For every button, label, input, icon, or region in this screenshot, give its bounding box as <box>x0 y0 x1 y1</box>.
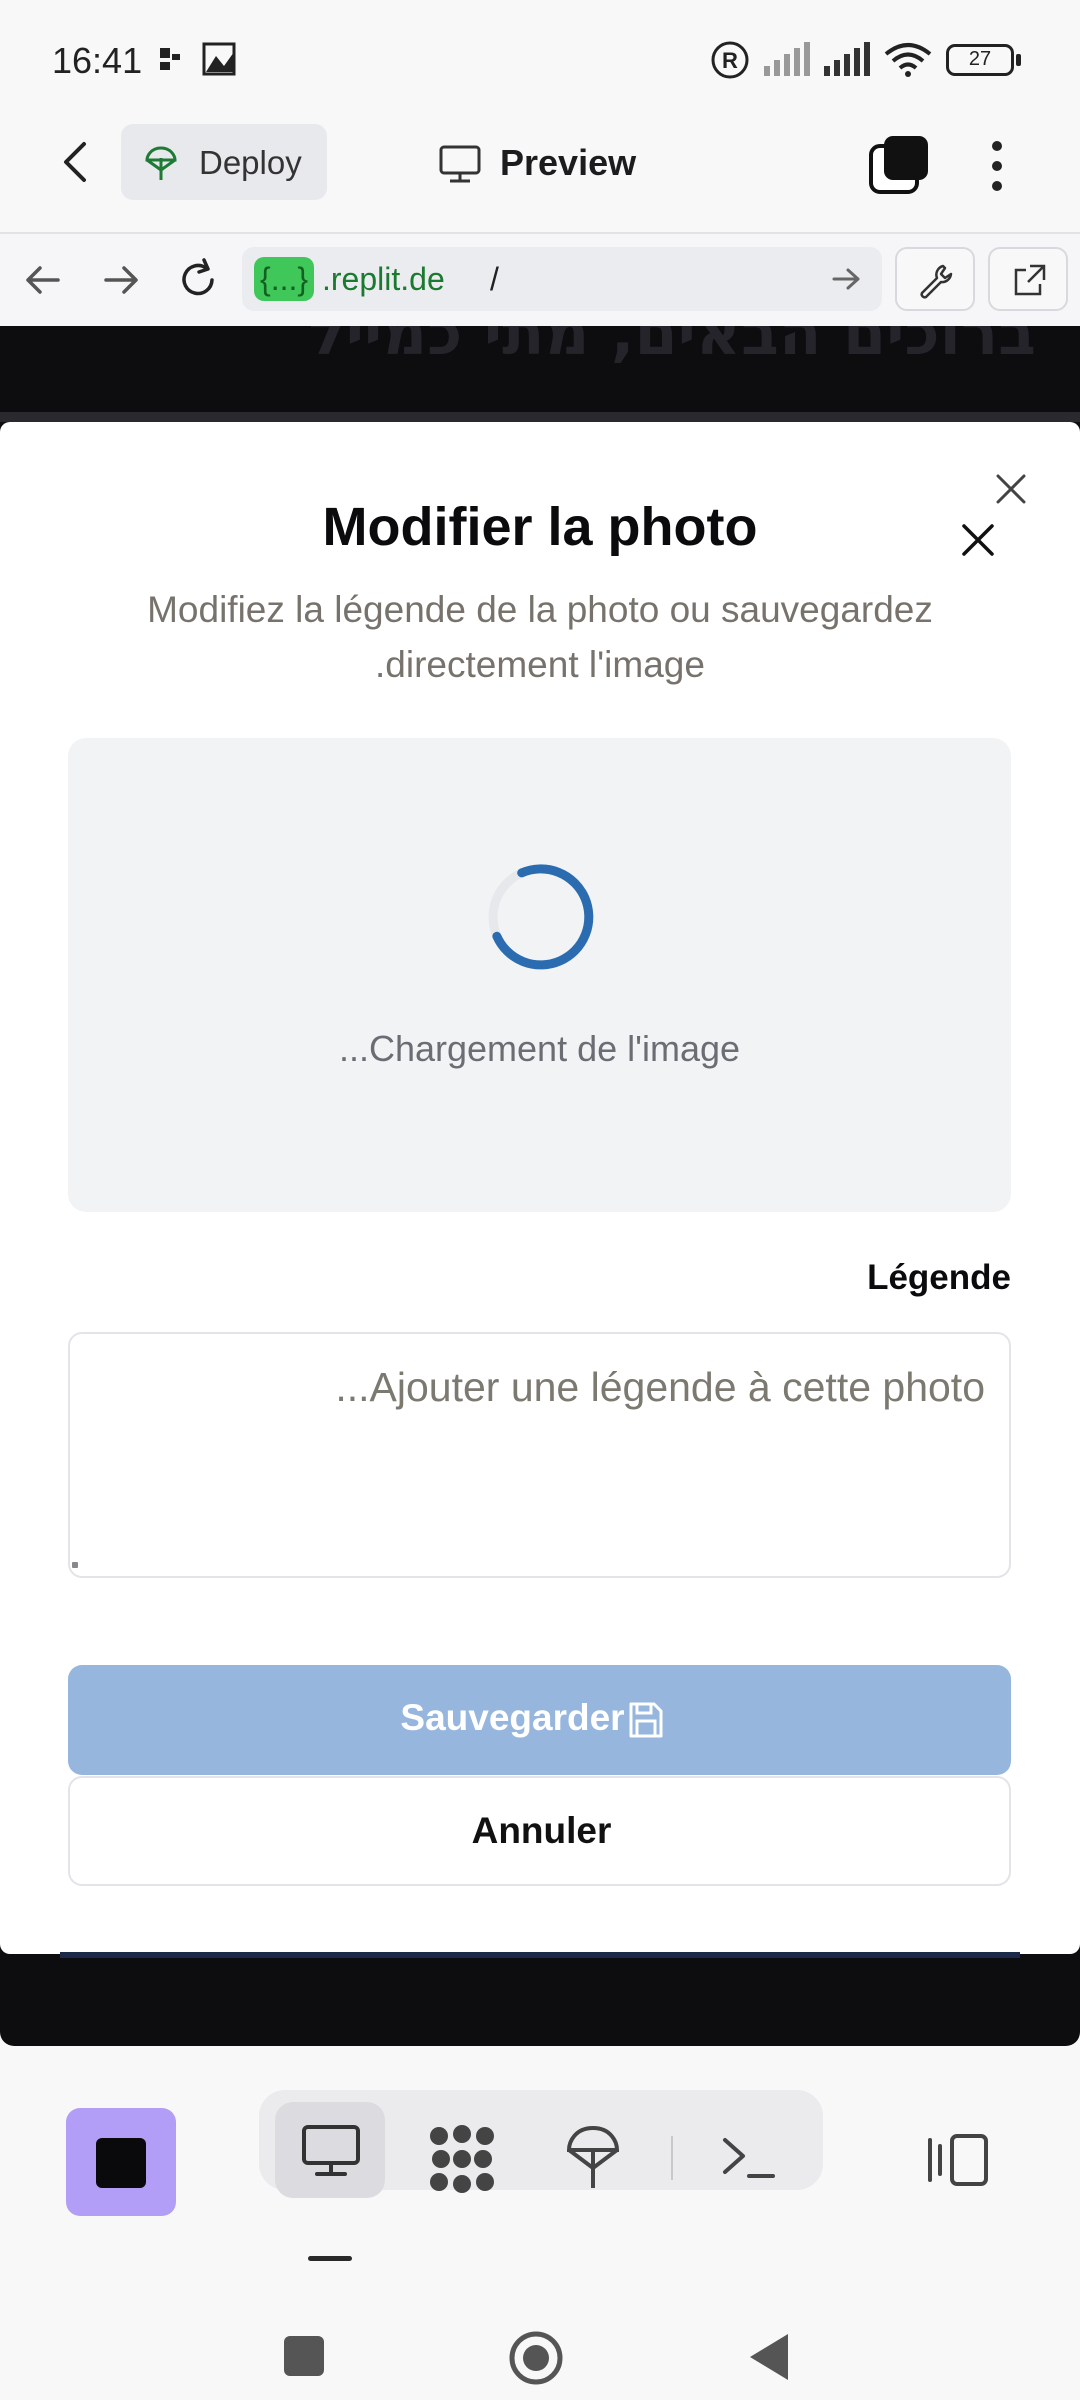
stop-icon <box>96 2138 146 2188</box>
terminal-icon[interactable] <box>721 2134 777 2182</box>
go-arrow-icon[interactable] <box>832 265 862 293</box>
image-preview: ...Chargement de l'image <box>68 738 1011 1212</box>
external-link-icon <box>1014 264 1046 296</box>
more-menu-icon[interactable] <box>988 138 1006 194</box>
bottom-toolbar <box>0 2046 1080 2274</box>
loading-spinner-icon <box>488 864 594 970</box>
resize-handle[interactable] <box>72 1562 78 1568</box>
split-view-icon[interactable] <box>926 2132 992 2188</box>
url-path: / <box>490 261 499 297</box>
signal-icon <box>764 42 810 76</box>
url-chip: {...} <box>254 257 315 301</box>
caption-placeholder: ...Ajouter une légende à cette photo <box>335 1364 985 1410</box>
cancel-button[interactable]: Annuler <box>68 1776 1011 1886</box>
recents-icon[interactable] <box>284 2336 324 2376</box>
wifi-icon <box>884 43 932 77</box>
page-header-strip: ברוכים הבאים, מתי כמייל <box>0 326 1080 416</box>
active-tool-indicator <box>308 2256 352 2261</box>
deploy-button[interactable]: Deploy <box>121 124 327 200</box>
dialog-title: Modifier la photo <box>322 497 758 557</box>
modal-shadow-edge <box>60 1952 1020 1958</box>
stop-button[interactable] <box>66 2108 176 2216</box>
notification-icon <box>160 48 180 70</box>
registered-icon: R <box>711 41 749 79</box>
caption-textarea[interactable]: ...Ajouter une légende à cette photo <box>68 1332 1011 1578</box>
monitor-icon <box>439 145 481 183</box>
page-divider <box>0 412 1080 422</box>
battery-icon: 27 <box>946 44 1014 76</box>
top-bar: Deploy Preview <box>0 110 1080 234</box>
deploy-icon <box>145 146 177 180</box>
tool-preview-active[interactable] <box>275 2102 385 2198</box>
page-heading: ברוכים הבאים, מתי כמייל <box>308 326 1036 369</box>
tabs-icon[interactable] <box>868 134 930 196</box>
url-field[interactable]: {...} .replit.de / <box>242 247 882 311</box>
back-chevron-icon[interactable] <box>56 140 96 184</box>
deploy-icon[interactable] <box>565 2124 621 2192</box>
svg-text:R: R <box>722 48 738 73</box>
battery-level: 27 <box>968 48 992 70</box>
shell-apps-icon[interactable] <box>427 2124 497 2194</box>
nav-forward-icon[interactable] <box>102 262 140 298</box>
tool-divider <box>671 2136 673 2180</box>
status-bar: 16:41 R 27 <box>0 0 1080 110</box>
reload-icon[interactable] <box>176 258 220 302</box>
battery-tip <box>1016 54 1021 66</box>
save-button[interactable]: Sauvegarder <box>68 1665 1011 1775</box>
home-icon[interactable] <box>508 2330 564 2386</box>
edit-photo-dialog: Modifier la photo Modifiez la légende de… <box>0 422 1080 1954</box>
image-icon <box>202 42 236 76</box>
cancel-label: Annuler <box>471 1810 612 1851</box>
monitor-icon <box>302 2125 360 2176</box>
save-icon <box>629 1702 663 1738</box>
save-label: Sauvegarder <box>400 1697 625 1738</box>
open-external-button[interactable] <box>988 247 1068 311</box>
url-domain: .replit.de <box>322 261 445 297</box>
signal-icon <box>824 42 870 76</box>
status-time: 16:41 <box>52 40 143 81</box>
back-icon[interactable] <box>746 2330 792 2384</box>
deploy-label: Deploy <box>199 144 302 181</box>
caption-label: Légende <box>867 1258 1011 1297</box>
wrench-icon <box>920 264 953 299</box>
system-nav-bar <box>0 2274 1080 2400</box>
devtools-button[interactable] <box>895 247 975 311</box>
workspace-tools <box>259 2090 823 2198</box>
url-toolbar: {...} .replit.de / <box>0 234 1080 326</box>
loading-text: ...Chargement de l'image <box>338 1028 741 1069</box>
nav-back-icon[interactable] <box>24 262 62 298</box>
preview-tab[interactable]: Preview <box>500 142 636 184</box>
dialog-description: Modifiez la légende de la photo ou sauve… <box>147 589 933 685</box>
